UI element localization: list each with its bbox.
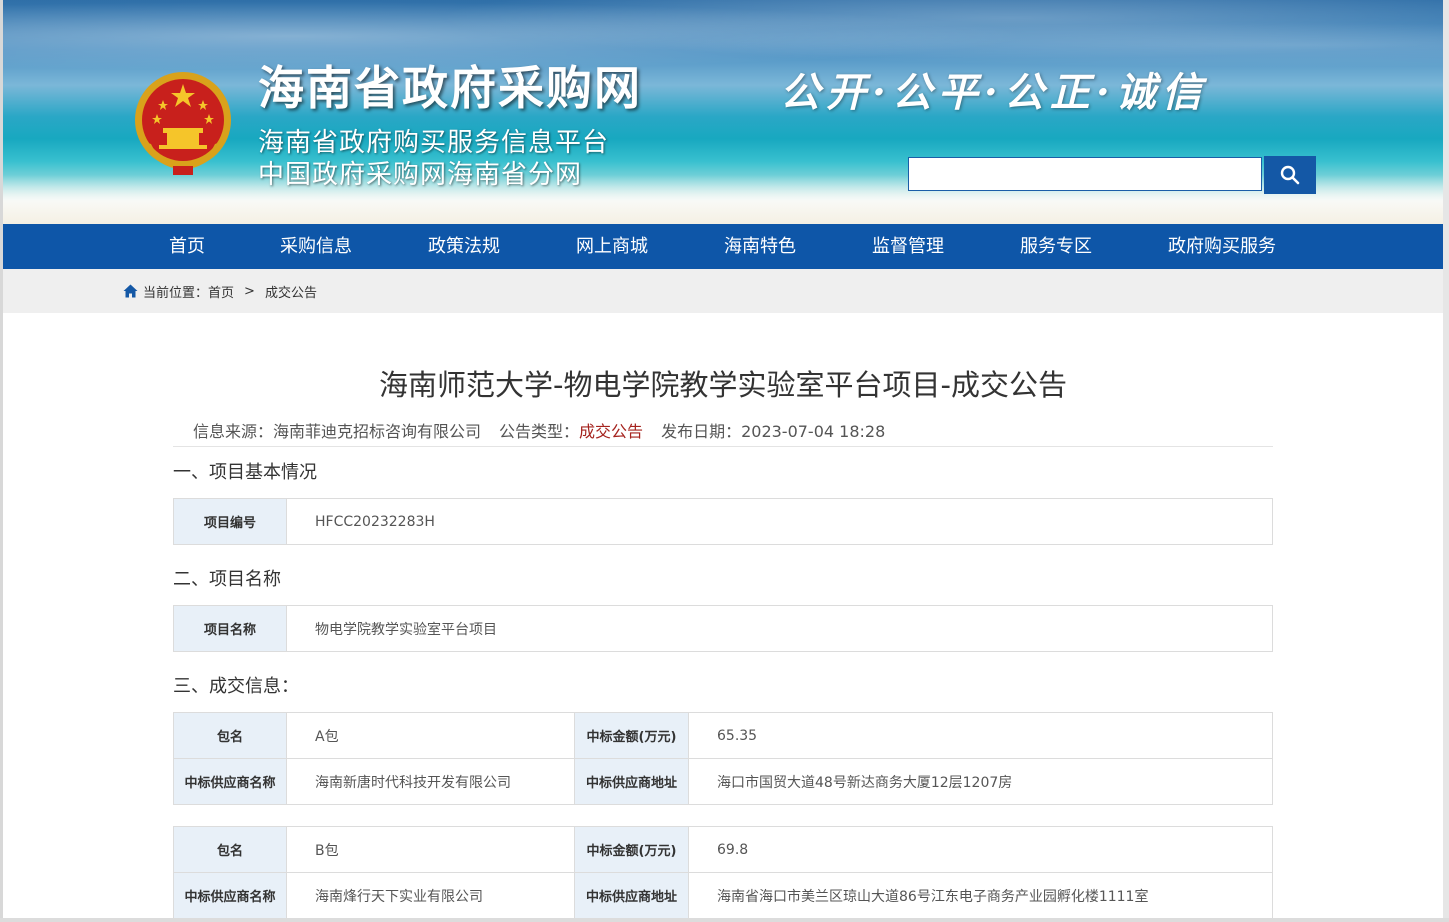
table-row: 中标供应商名称 海南烽行天下实业有限公司 中标供应商地址 海南省海口市美兰区琼山… [173,872,1273,919]
site-slogan: 公开·公平·公正·诚信 [780,69,1208,116]
national-emblem-icon [135,72,231,175]
supplier-address-key: 中标供应商地址 [574,758,689,805]
breadcrumb-prefix: 当前位置： [143,285,209,301]
nav-item-online-mall[interactable]: 网上商城 [576,224,648,269]
nav-item-procurement-info[interactable]: 采购信息 [280,224,352,269]
bid-amount-key: 中标金额(万元) [574,712,689,759]
main-nav: 首页 采购信息 政策法规 网上商城 海南特色 监督管理 服务专区 政府购买服务 [3,224,1443,269]
package-b-table: 包名 B包 中标金额(万元) 69.8 中标供应商名称 海南烽行天下实业有限公司… [173,826,1273,919]
search-button[interactable] [1264,156,1316,194]
package-name-value: B包 [286,826,575,873]
table-row: 包名 B包 中标金额(万元) 69.8 [173,826,1273,873]
bid-amount-value: 69.8 [688,826,1273,873]
project-code-key: 项目编号 [173,498,287,545]
section-heading-project-name: 二、项目名称 [173,569,281,590]
home-icon [123,284,138,298]
project-name-value: 物电学院教学实验室平台项目 [286,605,1273,652]
nav-item-hainan-features[interactable]: 海南特色 [724,224,796,269]
search-icon [1280,165,1300,185]
project-code-value: HFCC20232283H [286,498,1273,545]
meta-source-value: 海南菲迪克招标咨询有限公司 [273,422,482,441]
breadcrumb-bar: 当前位置： 首页 > 成交公告 [3,269,1443,313]
table-row: 包名 A包 中标金额(万元) 65.35 [173,712,1273,759]
window-right-edge [1443,0,1449,922]
table-row: 项目编号 HFCC20232283H [173,498,1273,545]
section-heading-deal-info: 三、成交信息： [173,676,299,697]
breadcrumb-current-link[interactable]: 成交公告 [265,282,317,301]
site-title: 海南省政府采购网 [258,61,642,115]
breadcrumb-home-link[interactable]: 首页 [208,282,234,301]
breadcrumb-separator: > [244,283,255,299]
bid-amount-value: 65.35 [688,712,1273,759]
nav-item-home[interactable]: 首页 [169,224,205,269]
article-meta: 信息来源：海南菲迪克招标咨询有限公司 公告类型：成交公告 发布日期：2023-07-… [193,418,885,442]
meta-date-label: 发布日期： [661,422,742,441]
project-basic-table: 项目编号 HFCC20232283H [173,498,1273,545]
bid-amount-key: 中标金额(万元) [574,826,689,873]
supplier-name-key: 中标供应商名称 [173,758,287,805]
nav-item-supervision[interactable]: 监督管理 [872,224,944,269]
article-title: 海南师范大学-物电学院教学实验室平台项目-成交公告 [379,368,1067,402]
nav-item-service-zone[interactable]: 服务专区 [1020,224,1092,269]
table-row: 项目名称 物电学院教学实验室平台项目 [173,605,1273,652]
supplier-address-value: 海南省海口市美兰区琼山大道86号江东电子商务产业园孵化楼1111室 [688,872,1273,919]
supplier-name-value: 海南新唐时代科技开发有限公司 [286,758,575,805]
meta-type-label: 公告类型： [499,422,580,441]
supplier-address-value: 海口市国贸大道48号新达商务大厦12层1207房 [688,758,1273,805]
meta-date-value: 2023-07-04 18:28 [741,422,886,441]
title-divider [173,446,1273,447]
package-name-value: A包 [286,712,575,759]
package-a-table: 包名 A包 中标金额(万元) 65.35 中标供应商名称 海南新唐时代科技开发有… [173,712,1273,805]
project-name-key: 项目名称 [173,605,287,652]
table-row: 中标供应商名称 海南新唐时代科技开发有限公司 中标供应商地址 海口市国贸大道48… [173,758,1273,805]
site-subtitle-2: 中国政府采购网海南省分网 [258,160,583,190]
section-heading-basic-info: 一、项目基本情况 [173,462,317,483]
nav-item-gov-purchase-service[interactable]: 政府购买服务 [1168,224,1276,269]
meta-source-label: 信息来源： [193,422,274,441]
breadcrumb: 当前位置： 首页 > 成交公告 [123,269,317,313]
supplier-name-key: 中标供应商名称 [173,872,287,919]
meta-type-value: 成交公告 [579,422,644,441]
nav-item-policies[interactable]: 政策法规 [428,224,500,269]
project-name-table: 项目名称 物电学院教学实验室平台项目 [173,605,1273,652]
supplier-name-value: 海南烽行天下实业有限公司 [286,872,575,919]
supplier-address-key: 中标供应商地址 [574,872,689,919]
package-name-key: 包名 [173,826,287,873]
search-input[interactable] [908,157,1262,191]
package-name-key: 包名 [173,712,287,759]
